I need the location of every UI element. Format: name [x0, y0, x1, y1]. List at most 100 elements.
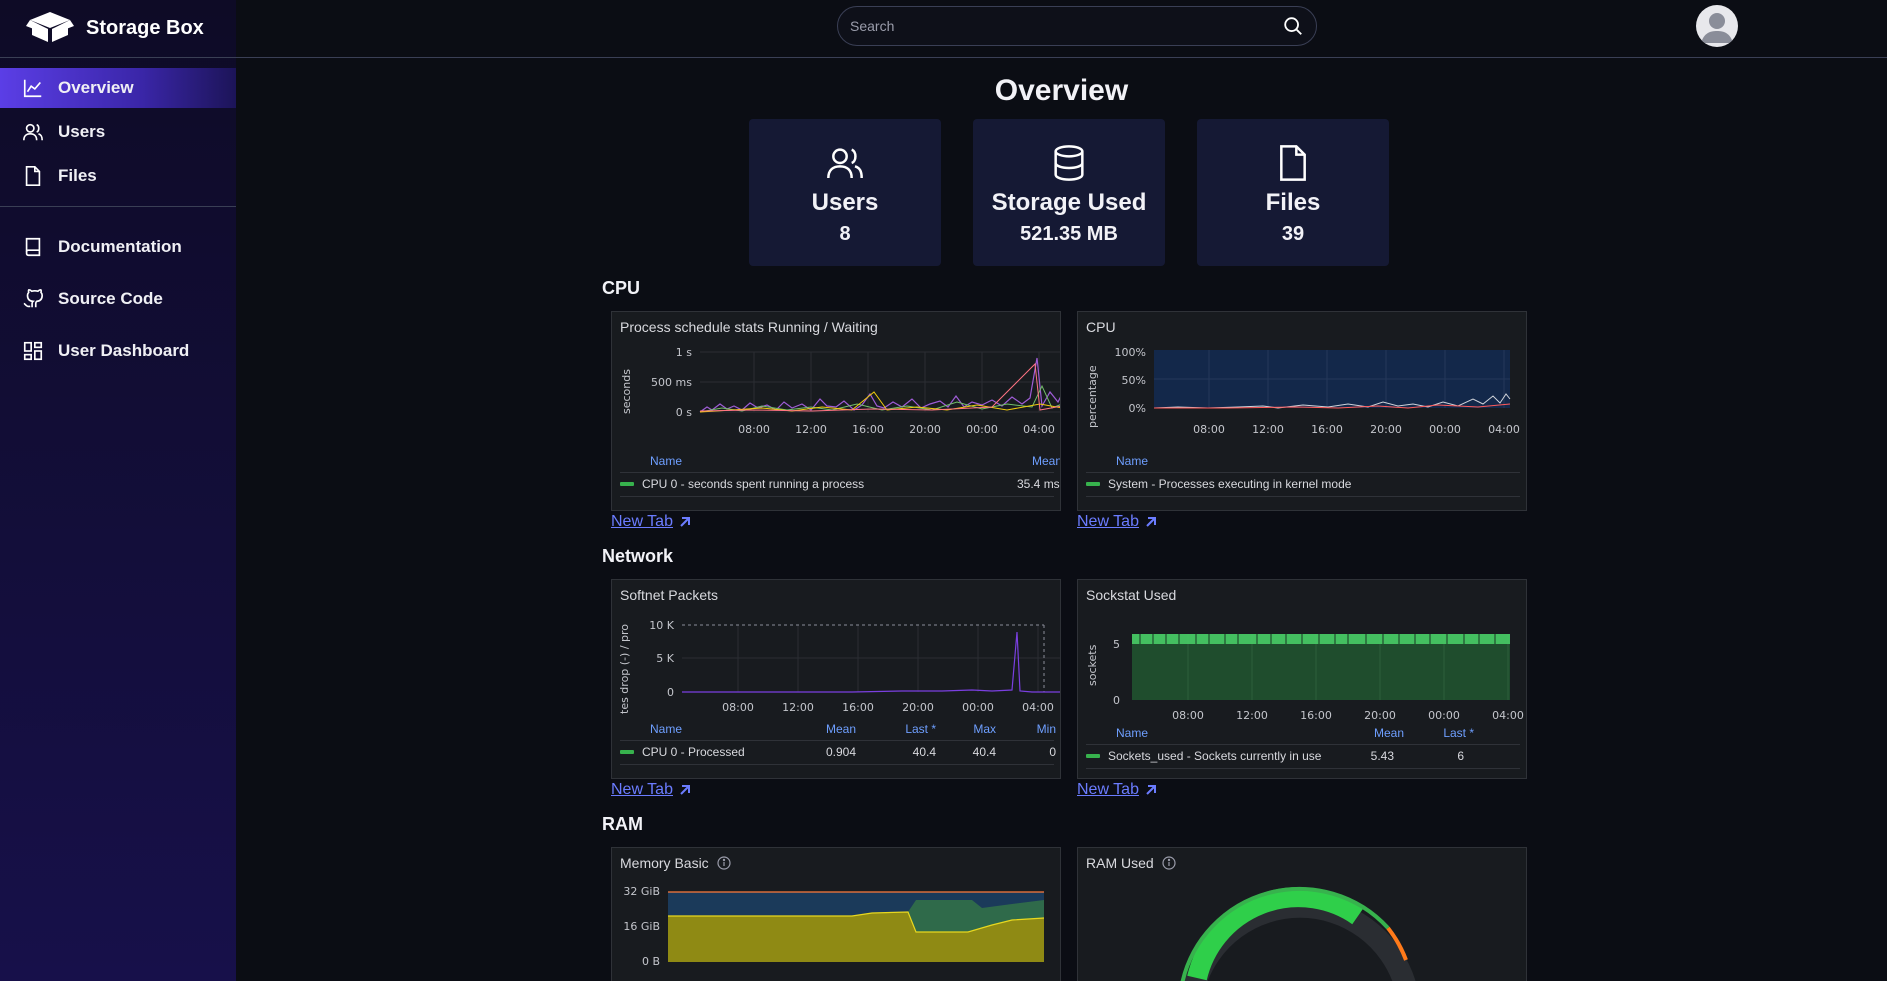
stat-card-files: Files 39 — [1197, 119, 1389, 266]
x-tick: 20:00 — [909, 423, 941, 436]
y-tick: 5 K — [656, 652, 674, 665]
section-title-cpu: CPU — [602, 278, 641, 298]
x-tick: 20:00 — [1364, 709, 1396, 722]
legend-header-last[interactable]: Last * — [886, 722, 936, 736]
page-title: Overview — [994, 74, 1129, 107]
legend-divider — [620, 764, 1054, 765]
y-tick: 16 GiB — [623, 920, 660, 933]
section-title-ram: RAM — [602, 814, 643, 834]
x-tick: 20:00 — [1370, 423, 1402, 436]
brand-name: Storage Box — [86, 17, 204, 39]
avatar[interactable] — [1696, 5, 1738, 47]
box-logo-icon — [26, 8, 74, 49]
info-icon[interactable] — [1162, 856, 1176, 870]
legend-mean: 0.904 — [825, 745, 856, 759]
cpu-chart: percentage 100% 50% 0% 08:00 12:00 16:00… — [1086, 346, 1520, 436]
new-tab-link[interactable]: New Tab — [1077, 781, 1159, 799]
y-tick: 0 — [667, 686, 674, 699]
sidebar-link-documentation[interactable]: Documentation — [0, 223, 236, 271]
new-tab-link[interactable]: New Tab — [1077, 513, 1159, 531]
y-tick: 0% — [1129, 402, 1146, 415]
sidebar-item-users[interactable]: Users — [0, 112, 236, 152]
legend-header-mean[interactable]: Mean — [1032, 454, 1060, 468]
stat-value: 521.35 MB — [1020, 223, 1118, 245]
y-axis-title: seconds — [620, 369, 633, 414]
y-axis-title: tes drop (-) / pro — [618, 624, 631, 714]
stat-label: Storage Used — [991, 189, 1147, 216]
legend-series-name: CPU 0 - seconds spent running a process — [642, 477, 865, 491]
legend-header-mean[interactable]: Mean — [1354, 726, 1404, 740]
sidebar-item-label: Files — [58, 166, 97, 185]
y-tick: 100% — [1115, 346, 1146, 359]
new-tab-link[interactable]: New Tab — [611, 781, 693, 799]
legend-divider — [1086, 472, 1520, 473]
legend-max: 40.4 — [972, 745, 996, 759]
search-bar[interactable] — [837, 6, 1317, 46]
sidebar-item-label: User Dashboard — [58, 341, 190, 360]
sidebar-link-source-code[interactable]: Source Code — [0, 275, 236, 323]
x-tick: 16:00 — [1300, 709, 1332, 722]
ram-gauge — [1180, 886, 1416, 981]
x-tick: 16:00 — [852, 423, 884, 436]
legend-mean: 35.4 ms — [1017, 477, 1060, 491]
panel-title: Sockstat Used — [1086, 587, 1177, 603]
x-tick: 04:00 — [1492, 709, 1524, 722]
search-icon[interactable] — [1282, 15, 1304, 37]
new-tab-link[interactable]: New Tab — [611, 513, 693, 531]
legend-header-min[interactable]: Min — [1016, 722, 1056, 736]
legend-min: 0 — [1049, 745, 1056, 759]
sidebar-item-label: Users — [58, 122, 106, 141]
y-axis-title: percentage — [1086, 365, 1099, 428]
series-band — [1132, 634, 1510, 644]
legend-divider — [620, 472, 1054, 473]
sidebar-nav: Overview Users Files Documentation Sourc… — [0, 58, 236, 375]
sidebar-item-label: Source Code — [58, 289, 163, 308]
sidebar-link-user-dashboard[interactable]: User Dashboard — [0, 327, 236, 375]
legend-header-last[interactable]: Last * — [1424, 726, 1474, 740]
sidebar-item-overview[interactable]: Overview — [0, 68, 236, 108]
info-icon[interactable] — [717, 856, 731, 870]
gauge-fill — [1187, 887, 1364, 981]
legend-header-name[interactable]: Name — [1116, 726, 1148, 740]
x-tick: 08:00 — [722, 701, 754, 714]
y-tick: 32 GiB — [623, 885, 660, 898]
dashboard-icon — [23, 341, 43, 361]
sidebar-item-files[interactable]: Files — [0, 156, 236, 196]
x-tick: 16:00 — [842, 701, 874, 714]
book-icon — [25, 237, 41, 257]
panel-title-text: RAM Used — [1086, 855, 1154, 871]
legend-row[interactable]: System - Processes executing in kernel m… — [1086, 477, 1351, 491]
y-tick: 1 s — [676, 346, 692, 359]
legend-row[interactable]: CPU 0 - seconds spent running a process — [620, 477, 864, 491]
legend-header-name[interactable]: Name — [650, 722, 682, 736]
sidebar-divider — [0, 206, 236, 207]
y-tick: 50% — [1122, 374, 1146, 387]
legend-header-name[interactable]: Name — [1116, 454, 1148, 468]
x-tick: 12:00 — [1252, 423, 1284, 436]
panel-title: Memory Basic — [620, 855, 731, 871]
x-tick: 00:00 — [1429, 423, 1461, 436]
stat-value: 39 — [1281, 223, 1305, 245]
y-tick: 0 s — [676, 406, 692, 419]
legend-header-name[interactable]: Name — [650, 454, 682, 468]
stat-value: 8 — [839, 223, 851, 245]
file-icon — [25, 166, 41, 186]
y-tick: 5 — [1113, 638, 1120, 651]
legend-divider — [620, 740, 1054, 741]
legend-row[interactable]: Sockets_used - Sockets currently in use — [1086, 749, 1321, 763]
x-tick: 00:00 — [1428, 709, 1460, 722]
legend-header-max[interactable]: Max — [956, 722, 996, 736]
panel-title: Softnet Packets — [620, 587, 719, 603]
new-tab-label: New Tab — [611, 513, 673, 530]
arrow-up-right-icon — [680, 517, 690, 527]
y-tick: 10 K — [649, 619, 674, 632]
series-line — [682, 631, 1060, 693]
brand[interactable]: Storage Box — [0, 0, 236, 58]
y-tick: 0 B — [642, 955, 660, 968]
legend-header-mean[interactable]: Mean — [816, 722, 856, 736]
search-input[interactable] — [850, 18, 1282, 34]
y-tick: 0 — [1113, 694, 1120, 707]
legend-row[interactable]: CPU 0 - Processed — [620, 745, 745, 759]
x-tick: 04:00 — [1023, 423, 1055, 436]
x-tick: 00:00 — [966, 423, 998, 436]
